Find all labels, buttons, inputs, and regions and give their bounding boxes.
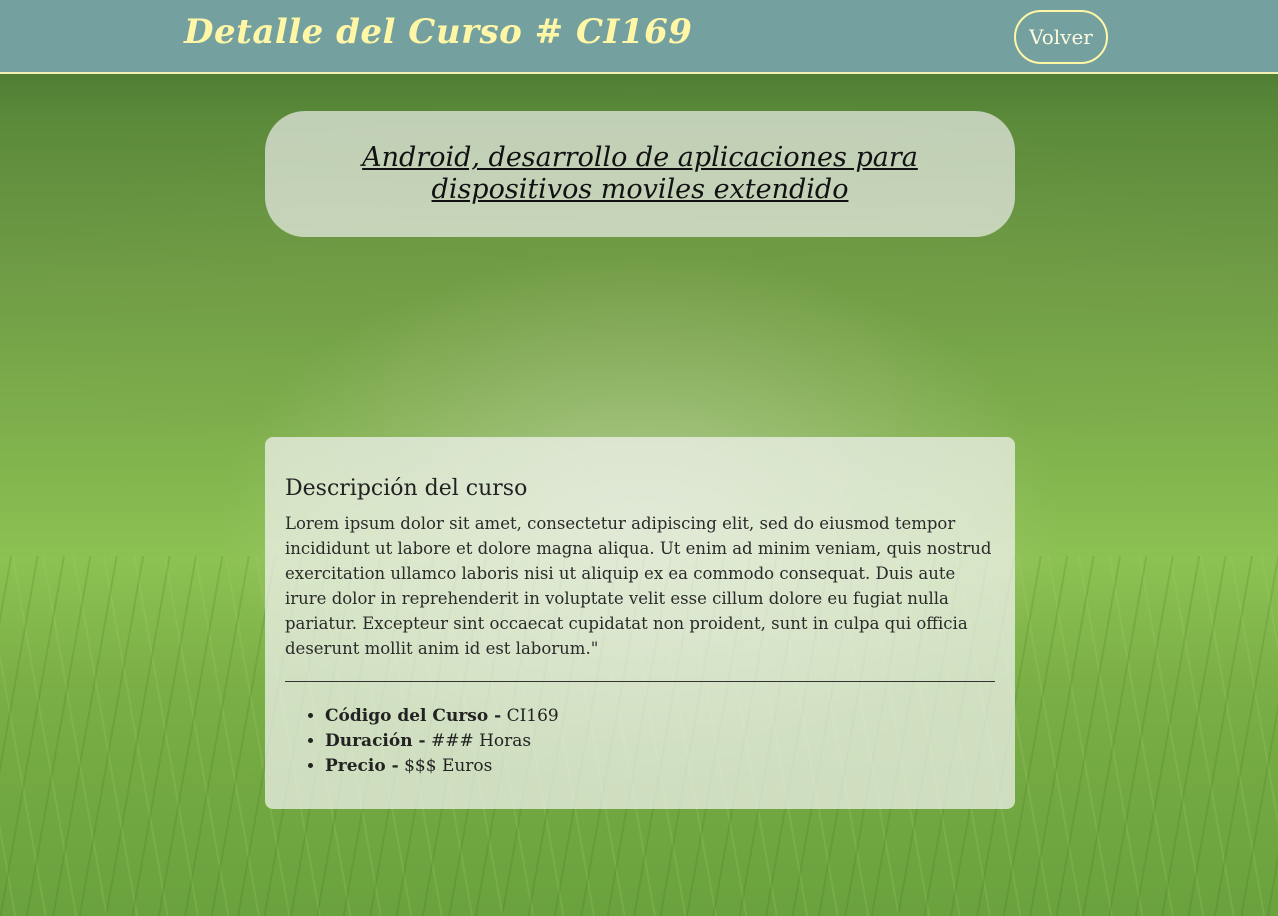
course-description-card: Descripción del curso Lorem ipsum dolor …: [265, 437, 1015, 809]
description-heading: Descripción del curso: [285, 476, 528, 501]
duration-value: ### Horas: [425, 731, 532, 751]
course-title-card: Android, desarrollo de aplicaciones para…: [265, 111, 1015, 237]
description-text: Lorem ipsum dolor sit amet, consectetur …: [285, 514, 992, 658]
list-item-price: Precio - $$$ Euros: [325, 754, 995, 779]
course-code-label: Código del Curso -: [325, 706, 502, 726]
back-button[interactable]: Volver: [1014, 10, 1108, 64]
top-bar: Detalle del Curso # CI169 Volver: [0, 0, 1278, 74]
course-details-list: Código del Curso - CI169 Duración - ### …: [285, 704, 995, 779]
list-item-course-code: Código del Curso - CI169: [325, 704, 995, 729]
price-value: $$$ Euros: [398, 756, 493, 776]
course-title: Android, desarrollo de aplicaciones para…: [362, 142, 918, 205]
list-item-duration: Duración - ### Horas: [325, 729, 995, 754]
course-code-value: CI169: [501, 706, 559, 726]
price-label: Precio -: [325, 756, 399, 776]
page-title: Detalle del Curso # CI169: [184, 12, 693, 52]
divider: [285, 681, 995, 682]
duration-label: Duración -: [325, 731, 426, 751]
